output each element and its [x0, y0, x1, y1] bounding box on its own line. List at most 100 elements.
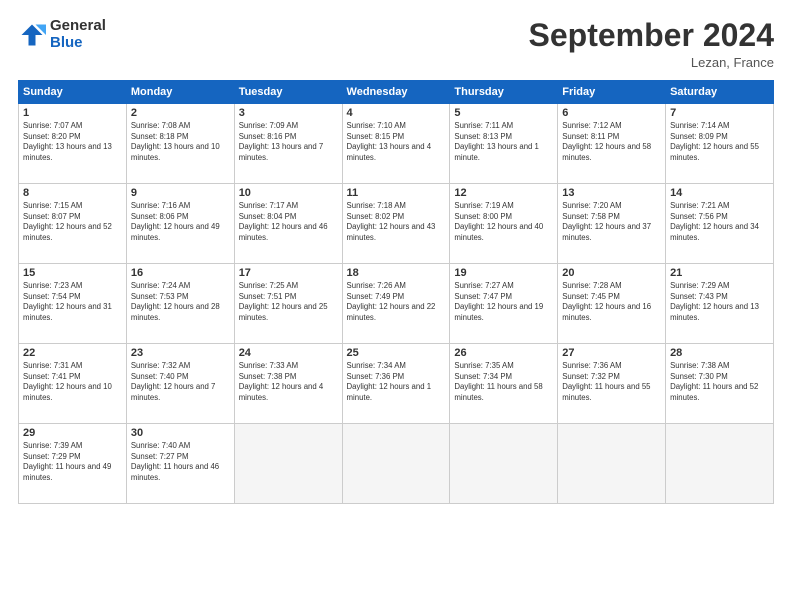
day-number: 9	[131, 187, 230, 199]
day-detail: Sunrise: 7:09 AMSunset: 8:16 PMDaylight:…	[239, 121, 338, 163]
day-number: 19	[454, 267, 553, 279]
table-row: 25 Sunrise: 7:34 AMSunset: 7:36 PMDayligh…	[342, 344, 450, 424]
table-row: 16 Sunrise: 7:24 AMSunset: 7:53 PMDayligh…	[126, 264, 234, 344]
day-number: 29	[23, 427, 122, 439]
day-detail: Sunrise: 7:26 AMSunset: 7:49 PMDaylight:…	[347, 281, 446, 323]
table-row: 3 Sunrise: 7:09 AMSunset: 8:16 PMDaylight…	[234, 104, 342, 184]
table-row: 23Sunrise: 7:32 AMSunset: 7:40 PMDayligh…	[126, 344, 234, 424]
day-number: 11	[347, 187, 446, 199]
logo-text: General Blue	[50, 18, 106, 51]
day-detail: Sunrise: 7:29 AMSunset: 7:43 PMDaylight:…	[670, 281, 769, 323]
day-detail: Sunrise: 7:15 AMSunset: 8:07 PMDaylight:…	[23, 201, 122, 243]
day-number: 12	[454, 187, 553, 199]
day-detail: Sunrise: 7:21 AMSunset: 7:56 PMDaylight:…	[670, 201, 769, 243]
day-number: 28	[670, 347, 769, 359]
table-row: 18 Sunrise: 7:26 AMSunset: 7:49 PMDayligh…	[342, 264, 450, 344]
day-number: 30	[131, 427, 230, 439]
day-number: 27	[562, 347, 661, 359]
day-number: 13	[562, 187, 661, 199]
table-row: 2Sunrise: 7:08 AMSunset: 8:18 PMDaylight…	[126, 104, 234, 184]
col-tuesday: Tuesday	[234, 81, 342, 104]
table-row: 27 Sunrise: 7:36 AMSunset: 7:32 PMDayligh…	[558, 344, 666, 424]
day-detail: Sunrise: 7:18 AMSunset: 8:02 PMDaylight:…	[347, 201, 446, 243]
calendar-week-row: 1 Sunrise: 7:07 AMSunset: 8:20 PMDaylight…	[19, 104, 774, 184]
table-row: 26 Sunrise: 7:35 AMSunset: 7:34 PMDayligh…	[450, 344, 558, 424]
col-thursday: Thursday	[450, 81, 558, 104]
title-block: September 2024 Lezan, France	[529, 18, 774, 70]
day-detail: Sunrise: 7:34 AMSunset: 7:36 PMDaylight:…	[347, 361, 446, 403]
calendar-week-row: 8 Sunrise: 7:15 AMSunset: 8:07 PMDaylight…	[19, 184, 774, 264]
table-row: 7Sunrise: 7:14 AMSunset: 8:09 PMDaylight…	[666, 104, 774, 184]
weekday-header-row: Sunday Monday Tuesday Wednesday Thursday…	[19, 81, 774, 104]
day-detail: Sunrise: 7:10 AMSunset: 8:15 PMDaylight:…	[347, 121, 446, 163]
day-number: 26	[454, 347, 553, 359]
day-detail: Sunrise: 7:23 AMSunset: 7:54 PMDaylight:…	[23, 281, 122, 323]
table-row: 8 Sunrise: 7:15 AMSunset: 8:07 PMDaylight…	[19, 184, 127, 264]
day-number: 25	[347, 347, 446, 359]
day-detail: Sunrise: 7:20 AMSunset: 7:58 PMDaylight:…	[562, 201, 661, 243]
day-number: 1	[23, 107, 122, 119]
table-row	[234, 424, 342, 504]
col-friday: Friday	[558, 81, 666, 104]
table-row: 20Sunrise: 7:28 AMSunset: 7:45 PMDayligh…	[558, 264, 666, 344]
table-row: 22 Sunrise: 7:31 AMSunset: 7:41 PMDayligh…	[19, 344, 127, 424]
col-monday: Monday	[126, 81, 234, 104]
table-row: 21 Sunrise: 7:29 AMSunset: 7:43 PMDayligh…	[666, 264, 774, 344]
table-row: 30 Sunrise: 7:40 AMSunset: 7:27 PMDayligh…	[126, 424, 234, 504]
table-row: 28 Sunrise: 7:38 AMSunset: 7:30 PMDayligh…	[666, 344, 774, 424]
location: Lezan, France	[529, 55, 774, 70]
day-number: 8	[23, 187, 122, 199]
day-detail: Sunrise: 7:12 AMSunset: 8:11 PMDaylight:…	[562, 121, 661, 163]
table-row	[342, 424, 450, 504]
day-number: 4	[347, 107, 446, 119]
day-detail: Sunrise: 7:31 AMSunset: 7:41 PMDaylight:…	[23, 361, 122, 403]
col-wednesday: Wednesday	[342, 81, 450, 104]
table-row	[666, 424, 774, 504]
logo-blue-text: Blue	[50, 35, 106, 52]
logo-general-text: General	[50, 18, 106, 35]
day-detail: Sunrise: 7:33 AMSunset: 7:38 PMDaylight:…	[239, 361, 338, 403]
day-number: 24	[239, 347, 338, 359]
day-detail: Sunrise: 7:08 AMSunset: 8:18 PMDaylight:…	[131, 121, 230, 163]
day-number: 14	[670, 187, 769, 199]
day-detail: Sunrise: 7:24 AMSunset: 7:53 PMDaylight:…	[131, 281, 230, 323]
day-detail: Sunrise: 7:19 AMSunset: 8:00 PMDaylight:…	[454, 201, 553, 243]
month-title: September 2024	[529, 18, 774, 53]
day-number: 18	[347, 267, 446, 279]
day-detail: Sunrise: 7:07 AMSunset: 8:20 PMDaylight:…	[23, 121, 122, 163]
logo: General Blue	[18, 18, 106, 51]
day-detail: Sunrise: 7:28 AMSunset: 7:45 PMDaylight:…	[562, 281, 661, 323]
calendar-week-row: 15 Sunrise: 7:23 AMSunset: 7:54 PMDayligh…	[19, 264, 774, 344]
logo-icon	[18, 21, 46, 49]
day-number: 15	[23, 267, 122, 279]
col-sunday: Sunday	[19, 81, 127, 104]
table-row: 29 Sunrise: 7:39 AMSunset: 7:29 PMDayligh…	[19, 424, 127, 504]
table-row: 12 Sunrise: 7:19 AMSunset: 8:00 PMDayligh…	[450, 184, 558, 264]
table-row: 1 Sunrise: 7:07 AMSunset: 8:20 PMDaylight…	[19, 104, 127, 184]
table-row: 24 Sunrise: 7:33 AMSunset: 7:38 PMDayligh…	[234, 344, 342, 424]
table-row: 9Sunrise: 7:16 AMSunset: 8:06 PMDaylight…	[126, 184, 234, 264]
table-row: 14 Sunrise: 7:21 AMSunset: 7:56 PMDayligh…	[666, 184, 774, 264]
calendar-table: Sunday Monday Tuesday Wednesday Thursday…	[18, 80, 774, 504]
table-row: 10Sunrise: 7:17 AMSunset: 8:04 PMDayligh…	[234, 184, 342, 264]
day-detail: Sunrise: 7:35 AMSunset: 7:34 PMDaylight:…	[454, 361, 553, 403]
day-detail: Sunrise: 7:17 AMSunset: 8:04 PMDaylight:…	[239, 201, 338, 243]
calendar-page: General Blue September 2024 Lezan, Franc…	[0, 0, 792, 612]
day-number: 3	[239, 107, 338, 119]
day-detail: Sunrise: 7:36 AMSunset: 7:32 PMDaylight:…	[562, 361, 661, 403]
table-row: 11 Sunrise: 7:18 AMSunset: 8:02 PMDayligh…	[342, 184, 450, 264]
day-detail: Sunrise: 7:25 AMSunset: 7:51 PMDaylight:…	[239, 281, 338, 323]
day-number: 21	[670, 267, 769, 279]
table-row: 4 Sunrise: 7:10 AMSunset: 8:15 PMDaylight…	[342, 104, 450, 184]
day-number: 16	[131, 267, 230, 279]
day-detail: Sunrise: 7:27 AMSunset: 7:47 PMDaylight:…	[454, 281, 553, 323]
day-detail: Sunrise: 7:38 AMSunset: 7:30 PMDaylight:…	[670, 361, 769, 403]
col-saturday: Saturday	[666, 81, 774, 104]
table-row: 6Sunrise: 7:12 AMSunset: 8:11 PMDaylight…	[558, 104, 666, 184]
day-detail: Sunrise: 7:39 AMSunset: 7:29 PMDaylight:…	[23, 441, 122, 483]
day-number: 22	[23, 347, 122, 359]
calendar-week-row: 29 Sunrise: 7:39 AMSunset: 7:29 PMDayligh…	[19, 424, 774, 504]
day-detail: Sunrise: 7:11 AMSunset: 8:13 PMDaylight:…	[454, 121, 553, 163]
day-number: 7	[670, 107, 769, 119]
day-detail: Sunrise: 7:40 AMSunset: 7:27 PMDaylight:…	[131, 441, 230, 483]
